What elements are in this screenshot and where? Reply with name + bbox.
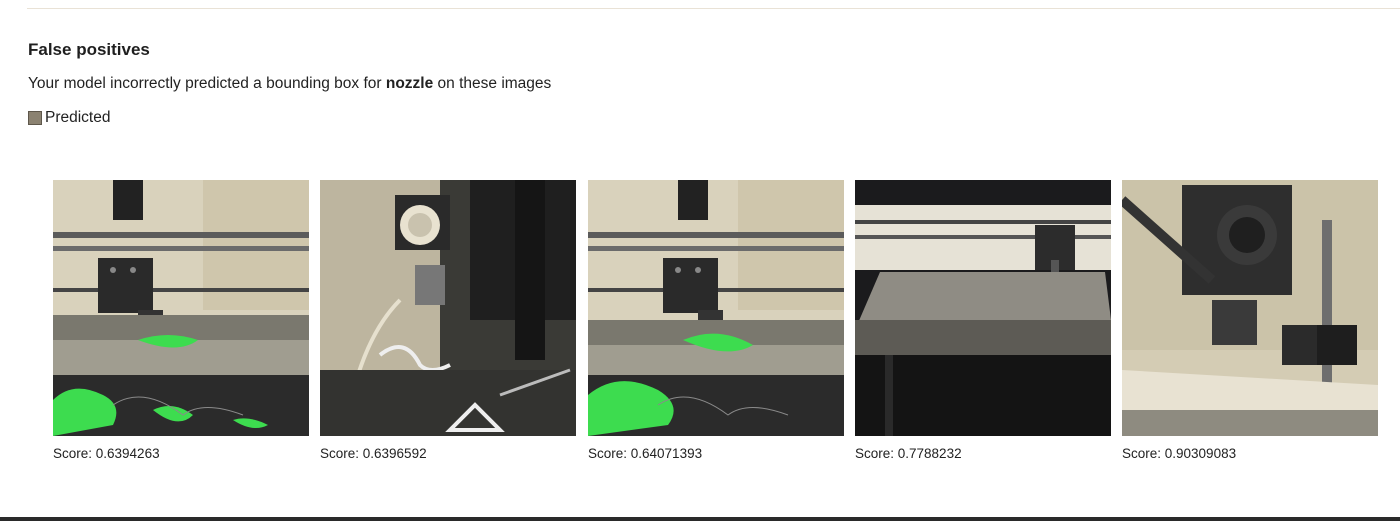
divider — [27, 8, 1400, 9]
section-description: Your model incorrectly predicted a bound… — [28, 74, 1400, 94]
legend-label: Predicted — [45, 109, 111, 126]
result-card[interactable]: Score: 0.6394263 — [53, 180, 309, 462]
score-label: Score: 0.6394263 — [53, 446, 160, 461]
printer-image[interactable] — [53, 180, 309, 436]
printer-image[interactable] — [855, 180, 1111, 436]
section-title: False positives — [28, 40, 150, 59]
bottom-edge — [0, 517, 1400, 521]
score-label: Score: 0.90309083 — [1122, 446, 1237, 461]
printer-image[interactable] — [588, 180, 844, 436]
score-label: Score: 0.6396592 — [320, 446, 427, 461]
label-name: nozzle — [385, 75, 434, 92]
legend-swatch — [28, 111, 42, 125]
description-suffix: on these images — [433, 75, 552, 92]
printer-image[interactable] — [1122, 180, 1378, 436]
score-label: Score: 0.64071393 — [588, 446, 703, 461]
result-card[interactable]: Score: 0.6396592 — [320, 180, 576, 462]
false-positives-section: False positives Your model incorrectly p… — [28, 40, 1400, 128]
legend: Predicted — [28, 108, 1400, 128]
printer-image[interactable] — [320, 180, 576, 436]
description-prefix: Your model incorrectly predicted a bound… — [28, 75, 386, 92]
result-card[interactable]: Score: 0.7788232 — [855, 180, 1111, 462]
score-label: Score: 0.7788232 — [855, 446, 962, 461]
result-card[interactable]: Score: 0.90309083 — [1122, 180, 1378, 462]
image-gallery: Score: 0.6394263 Score: 0.6396592 Score:… — [0, 180, 1400, 470]
result-card[interactable]: Score: 0.64071393 — [588, 180, 844, 462]
